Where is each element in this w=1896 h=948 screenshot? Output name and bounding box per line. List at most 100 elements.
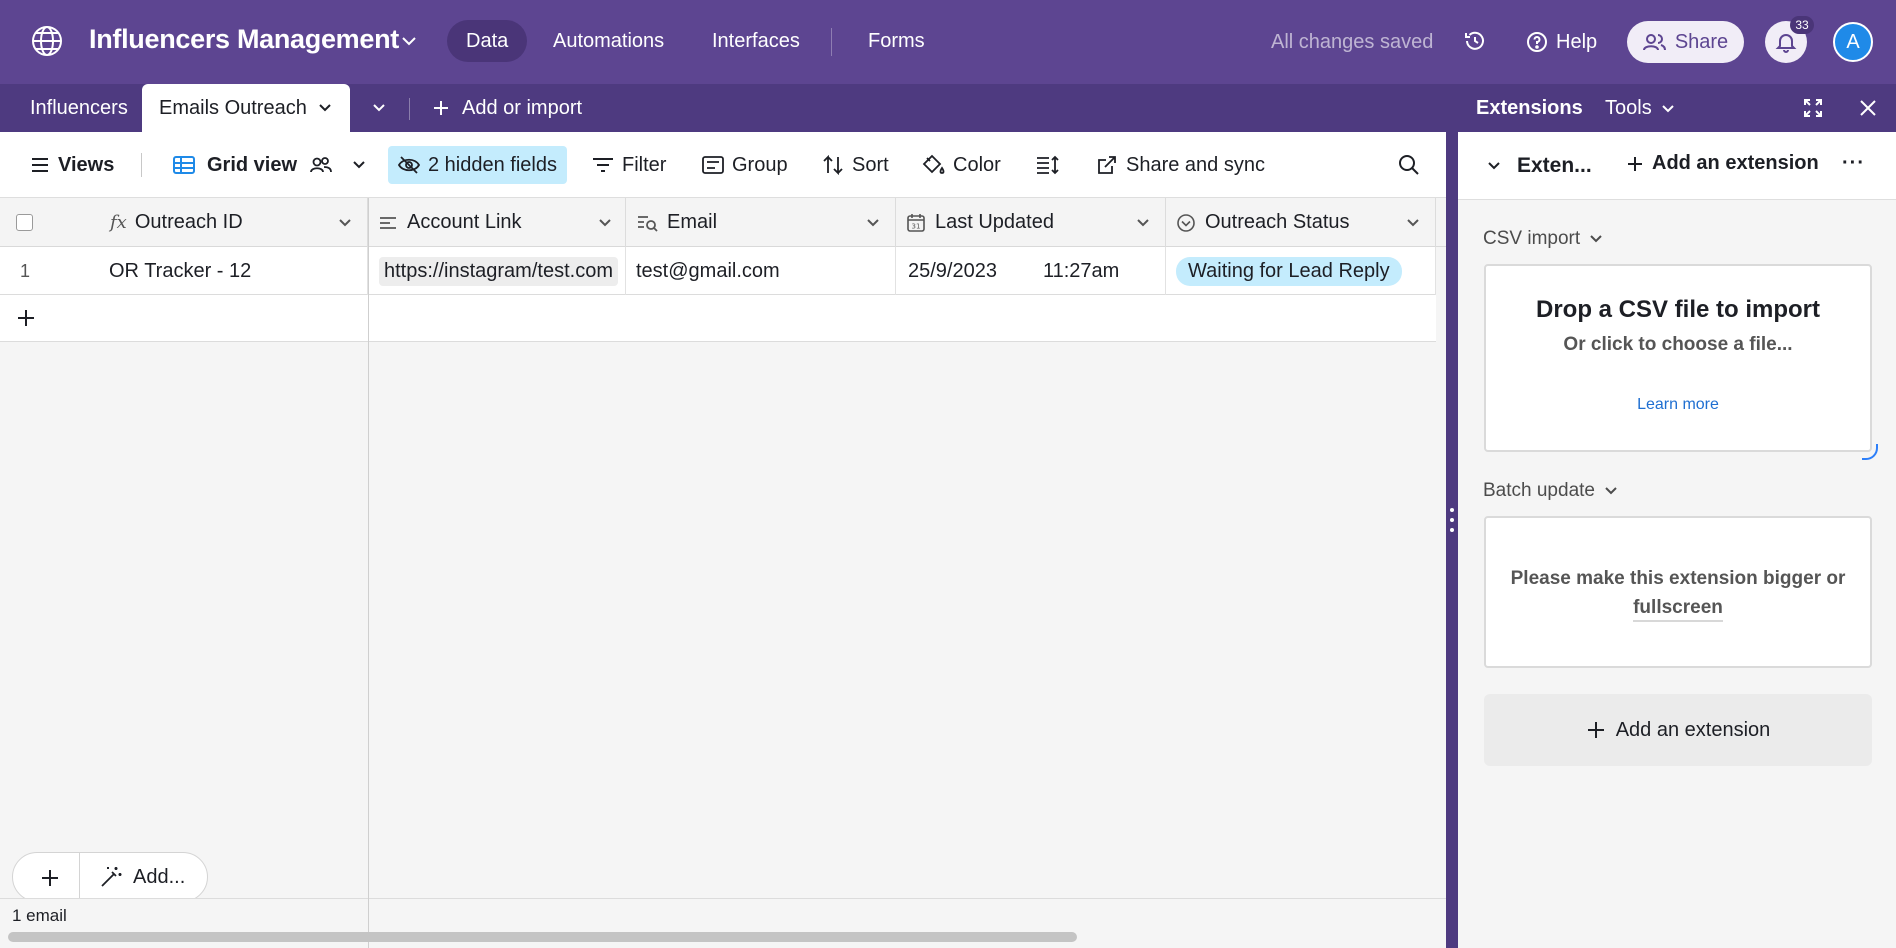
calendar-icon: 31 — [906, 213, 926, 233]
account-link-chip[interactable]: https://instagram/test.com — [379, 256, 618, 286]
hidden-fields-button[interactable]: 2 hidden fields — [388, 146, 567, 184]
globe-icon[interactable] — [30, 24, 64, 58]
tabs-overflow-chevron-icon[interactable] — [371, 84, 387, 132]
column-header-email[interactable]: Email — [626, 198, 896, 247]
help-icon — [1526, 31, 1548, 53]
group-icon — [702, 155, 724, 175]
cell-last-updated[interactable]: 25/9/2023 11:27am — [896, 247, 1166, 295]
add-row[interactable] — [0, 295, 1436, 342]
share-button[interactable]: Share — [1627, 21, 1744, 63]
views-label: Views — [58, 153, 115, 176]
save-status: All changes saved — [1271, 31, 1434, 53]
csv-import-section-title[interactable]: CSV import — [1483, 228, 1604, 250]
resize-handle-icon[interactable] — [1450, 508, 1454, 538]
tools-menu[interactable]: Tools — [1605, 97, 1676, 120]
tab-emails-outreach[interactable]: Emails Outreach — [142, 84, 350, 132]
views-button[interactable]: Views — [30, 149, 114, 181]
tab-label: Emails Outreach — [159, 96, 307, 119]
collapse-chevron-icon[interactable] — [1486, 158, 1502, 174]
chevron-down-icon[interactable] — [1135, 215, 1151, 231]
last-updated-date: 25/9/2023 — [908, 259, 997, 282]
column-header-last-updated[interactable]: 31 Last Updated — [896, 198, 1166, 247]
select-all-checkbox-cell — [0, 198, 98, 247]
table-row[interactable]: 1 OR Tracker - 12 https://instagram/test… — [0, 247, 1436, 295]
column-header-outreach-id[interactable]: fx Outreach ID — [98, 198, 368, 247]
nav-data[interactable]: Data — [447, 20, 528, 62]
cell-outreach-status[interactable]: Waiting for Lead Reply — [1166, 247, 1436, 295]
extensions-toolbar: Exten... Add an extension ··· — [1458, 132, 1896, 200]
top-bar: Influencers Management Data Automations … — [0, 0, 1896, 84]
history-icon[interactable] — [1464, 30, 1486, 52]
tab-influencers[interactable]: Influencers — [30, 84, 128, 132]
sort-label: Sort — [852, 153, 889, 176]
batch-update-section-title[interactable]: Batch update — [1483, 480, 1619, 502]
chevron-down-icon[interactable] — [597, 215, 613, 231]
close-icon[interactable] — [1858, 98, 1878, 118]
cell-email[interactable]: test@gmail.com — [626, 247, 896, 295]
search-icon[interactable] — [1398, 149, 1420, 181]
nav-automations[interactable]: Automations — [534, 20, 683, 62]
select-all-checkbox[interactable] — [16, 214, 33, 231]
svg-text:31: 31 — [912, 222, 921, 230]
extensions-header: Extensions Tools — [1458, 84, 1896, 132]
formula-icon: fx — [110, 212, 127, 233]
chevron-down-icon[interactable] — [865, 215, 881, 231]
batch-message-line1: Please make this extension bigger or — [1510, 568, 1846, 589]
add-extension-button[interactable]: Add an extension — [1626, 152, 1819, 175]
tab-extensions[interactable]: Extensions — [1476, 97, 1583, 120]
fullscreen-link[interactable]: fullscreen — [1633, 597, 1723, 622]
share-and-sync-button[interactable]: Share and sync — [1096, 149, 1265, 181]
add-toolbar-divider — [79, 853, 80, 901]
cell-outreach-id[interactable]: OR Tracker - 12 — [98, 247, 368, 295]
column-label: Account Link — [407, 211, 522, 233]
menu-icon — [30, 156, 50, 174]
learn-more-link[interactable]: Learn more — [1637, 396, 1719, 413]
chevron-down-icon[interactable] — [1405, 215, 1421, 231]
views-divider — [141, 153, 142, 177]
nav-interfaces[interactable]: Interfaces — [693, 20, 819, 62]
group-button[interactable]: Group — [702, 149, 788, 181]
expand-icon[interactable] — [1803, 98, 1823, 118]
bottom-add-toolbar: Add... — [12, 852, 208, 902]
column-header-outreach-status[interactable]: Outreach Status — [1166, 198, 1436, 247]
plus-icon[interactable] — [16, 308, 36, 328]
chevron-down-icon[interactable] — [317, 100, 333, 116]
chevron-down-icon[interactable] — [400, 32, 418, 50]
csv-drop-zone[interactable]: Drop a CSV file to import Or click to ch… — [1484, 264, 1872, 452]
column-header-account-link[interactable]: Account Link — [368, 198, 626, 247]
external-link-icon — [1096, 154, 1118, 176]
add-label: Add... — [133, 865, 186, 888]
tabs-divider — [409, 98, 410, 120]
filter-button[interactable]: Filter — [592, 149, 666, 181]
more-options-icon[interactable]: ··· — [1842, 152, 1865, 175]
csv-import-label: CSV import — [1483, 228, 1581, 249]
nav-forms[interactable]: Forms — [849, 20, 944, 62]
row-height-button[interactable] — [1036, 149, 1060, 181]
avatar[interactable]: A — [1833, 22, 1873, 62]
help-button[interactable]: Help — [1526, 28, 1597, 56]
add-extension-large-button[interactable]: Add an extension — [1484, 694, 1872, 766]
chevron-down-icon — [351, 157, 367, 173]
horizontal-scrollbar[interactable] — [8, 932, 1077, 942]
filter-icon — [592, 156, 614, 174]
sort-button[interactable]: Sort — [822, 149, 889, 181]
help-label: Help — [1556, 30, 1598, 53]
chevron-down-icon[interactable] — [337, 215, 353, 231]
batch-update-card: Please make this extension bigger or ful… — [1484, 516, 1872, 668]
column-label: Last Updated — [935, 211, 1054, 233]
paint-bucket-icon — [921, 154, 945, 176]
add-extension-large-label: Add an extension — [1615, 718, 1771, 741]
nav-divider — [831, 28, 832, 56]
cell-account-link[interactable]: https://instagram/test.com — [368, 247, 626, 295]
view-name: Grid view — [207, 153, 298, 176]
add-record-plus-icon[interactable] — [40, 868, 60, 888]
grid-view-selector[interactable]: Grid view — [173, 149, 367, 181]
add-with-ai-button[interactable]: Add... — [99, 865, 185, 889]
base-title[interactable]: Influencers Management — [89, 24, 399, 55]
add-or-import-button[interactable]: Add or import — [432, 84, 582, 132]
extensions-panel-title[interactable]: Exten... — [1517, 154, 1592, 178]
color-button[interactable]: Color — [921, 149, 1001, 181]
lookup-icon — [636, 214, 658, 232]
group-label: Group — [732, 153, 788, 176]
record-count: 1 email — [12, 906, 67, 925]
